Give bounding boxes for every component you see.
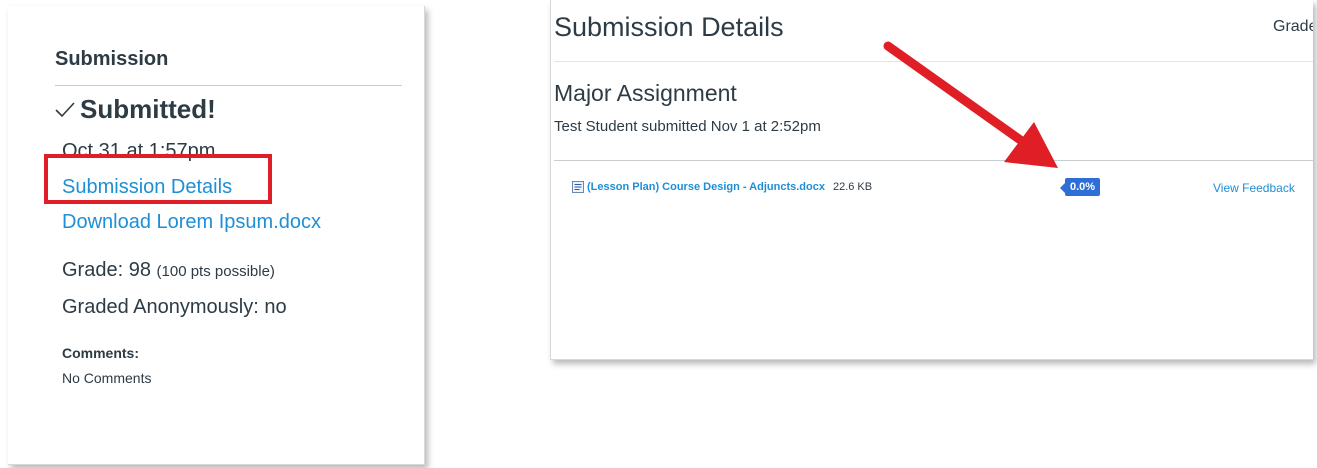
submission-heading: Submission [55, 48, 169, 70]
comments-value: No Comments [62, 370, 152, 386]
grade-column-label: Grade [1273, 18, 1313, 35]
divider [55, 85, 402, 86]
comments-heading: Comments: [62, 345, 140, 361]
submission-sidebar: Submission Submitted! Oct 31 at 1:57pm S… [8, 6, 425, 465]
file-row: (Lesson Plan) Course Design - Adjuncts.d… [572, 181, 872, 193]
view-feedback-link[interactable]: View Feedback [1213, 181, 1295, 195]
submitted-label: Submitted! [80, 94, 216, 124]
graded-anonymously: Graded Anonymously: no [62, 296, 287, 318]
submission-file-box: (Lesson Plan) Course Design - Adjuncts.d… [554, 160, 1313, 359]
submitted-status: Submitted! [54, 94, 216, 125]
file-size: 22.6 KB [832, 181, 873, 193]
grade-text: Grade: 98 (100 pts possible) [62, 259, 275, 282]
grade-value: Grade: 98 [62, 259, 151, 281]
assignment-title: Major Assignment [554, 80, 737, 106]
submitted-by-text: Test Student submitted Nov 1 at 2:52pm [554, 118, 821, 135]
check-icon [55, 101, 75, 117]
page-title: Submission Details [554, 12, 784, 42]
download-file-link[interactable]: Download Lorem Ipsum.docx [62, 211, 321, 234]
grade-possible: (100 pts possible) [156, 263, 275, 280]
red-arrow-annotation [883, 41, 1058, 168]
file-name-link[interactable]: (Lesson Plan) Course Design - Adjuncts.d… [587, 181, 825, 193]
document-icon [572, 181, 584, 193]
plagiarism-score-badge[interactable]: 0.0% [1059, 178, 1101, 196]
highlight-annotation-box [44, 154, 272, 204]
